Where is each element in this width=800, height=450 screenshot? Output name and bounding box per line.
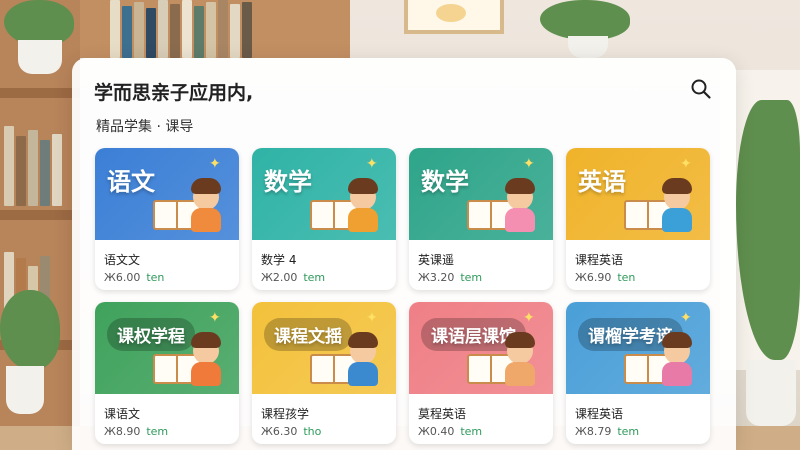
course-card[interactable]: 英语 ✦ 课程英语 Ж6.90 ten <box>566 148 710 290</box>
sparkle-icon: ✦ <box>366 156 378 172</box>
plant <box>0 290 60 370</box>
course-price-unit: ten <box>617 271 636 284</box>
course-price: Ж6.90 ten <box>575 271 635 284</box>
course-card[interactable]: 课程文揺 ✦ 课程孩学 Ж6.30 tho <box>252 302 396 444</box>
course-thumbnail: 数学 ✦ <box>252 148 396 240</box>
course-name: 语文文 <box>104 253 141 267</box>
wall-frame <box>404 0 504 34</box>
course-price: Ж8.90 tem <box>104 425 168 438</box>
child-illustration <box>662 178 692 234</box>
course-thumbnail-title: 课程文揺 <box>264 318 352 351</box>
sparkle-icon: ✦ <box>366 310 378 326</box>
course-name: 数学 4 <box>261 253 297 267</box>
plant <box>540 0 630 40</box>
sparkle-icon: ✦ <box>523 156 535 172</box>
child-illustration <box>505 178 535 234</box>
course-price-unit: tem <box>617 425 640 438</box>
course-thumbnail: 数学 ✦ <box>409 148 553 240</box>
course-thumbnail-title: 数学 <box>421 168 469 196</box>
course-price-amount: Ж2.00 <box>261 271 298 284</box>
child-illustration <box>191 178 221 234</box>
search-button[interactable] <box>690 78 712 100</box>
course-thumbnail-title: 数学 <box>264 168 312 196</box>
sparkle-icon: ✦ <box>523 310 535 326</box>
course-card[interactable]: 课权学程 ✦ 课语文 Ж8.90 tem <box>95 302 239 444</box>
sparkle-icon: ✦ <box>680 310 692 326</box>
course-price-amount: Ж3.20 <box>418 271 455 284</box>
child-illustration <box>348 332 378 388</box>
plant-pot <box>6 366 44 414</box>
course-card[interactable]: 数学 ✦ 英课遥 Ж3.20 tem <box>409 148 553 290</box>
course-thumbnail: 课语层课馆 ✦ <box>409 302 553 394</box>
course-card[interactable]: 数学 ✦ 数学 4 Ж2.00 tem <box>252 148 396 290</box>
app-title: 学而思亲子应用内, <box>94 82 254 104</box>
course-price: Ж6.30 tho <box>261 425 321 438</box>
child-illustration <box>662 332 692 388</box>
course-thumbnail: 语文 ✦ <box>95 148 239 240</box>
course-card[interactable]: 语文 ✦ 语文文 Ж6.00 ten <box>95 148 239 290</box>
course-price-amount: Ж8.90 <box>104 425 141 438</box>
app-panel: 学而思亲子应用内, 精品学集 · 课导 语文 ✦ 语文文 Ж6.00 ten 数学… <box>72 58 736 450</box>
course-price-unit: tem <box>303 271 326 284</box>
course-card[interactable]: 课语层课馆 ✦ 莫程英语 Ж0.40 tem <box>409 302 553 444</box>
plant-pot <box>568 36 608 58</box>
course-name: 英课遥 <box>418 253 455 267</box>
course-thumbnail: 英语 ✦ <box>566 148 710 240</box>
course-price: Ж0.40 tem <box>418 425 482 438</box>
course-price-amount: Ж0.40 <box>418 425 455 438</box>
course-name: 课语文 <box>104 407 141 421</box>
section-label: 精品学集 · 课导 <box>96 119 194 135</box>
search-icon <box>691 79 711 99</box>
course-price: Ж8.79 tem <box>575 425 639 438</box>
child-illustration <box>505 332 535 388</box>
course-thumbnail-title: 课权学程 <box>107 318 195 351</box>
course-price-unit: tem <box>146 425 169 438</box>
course-name: 课程英语 <box>575 407 624 421</box>
course-price-amount: Ж6.30 <box>261 425 298 438</box>
plant-pot <box>18 40 62 74</box>
course-price-amount: Ж8.79 <box>575 425 612 438</box>
sparkle-icon: ✦ <box>209 156 221 172</box>
course-thumbnail-title: 语文 <box>107 168 155 196</box>
sparkle-icon: ✦ <box>209 310 221 326</box>
course-price-unit: tho <box>303 425 322 438</box>
course-thumbnail-title: 英语 <box>578 168 626 196</box>
course-name: 莫程英语 <box>418 407 467 421</box>
course-thumbnail: 课权学程 ✦ <box>95 302 239 394</box>
sparkle-icon: ✦ <box>680 156 692 172</box>
course-price: Ж3.20 tem <box>418 271 482 284</box>
bookshelf-top <box>80 0 350 58</box>
course-grid: 语文 ✦ 语文文 Ж6.00 ten 数学 ✦ 数学 4 Ж2.00 tem 数学 … <box>95 148 710 444</box>
course-price: Ж6.00 ten <box>104 271 164 284</box>
course-name: 课程孩学 <box>261 407 310 421</box>
child-illustration <box>191 332 221 388</box>
course-price-unit: ten <box>146 271 165 284</box>
course-name: 课程英语 <box>575 253 624 267</box>
course-thumbnail: 课程文揺 ✦ <box>252 302 396 394</box>
course-thumbnail: 谓榴学考谛 ✦ <box>566 302 710 394</box>
course-price: Ж2.00 tem <box>261 271 325 284</box>
course-price-amount: Ж6.00 <box>104 271 141 284</box>
course-price-unit: tem <box>460 425 483 438</box>
plant-pot <box>746 360 796 426</box>
course-card[interactable]: 谓榴学考谛 ✦ 课程英语 Ж8.79 tem <box>566 302 710 444</box>
child-illustration <box>348 178 378 234</box>
course-price-amount: Ж6.90 <box>575 271 612 284</box>
course-price-unit: tem <box>460 271 483 284</box>
